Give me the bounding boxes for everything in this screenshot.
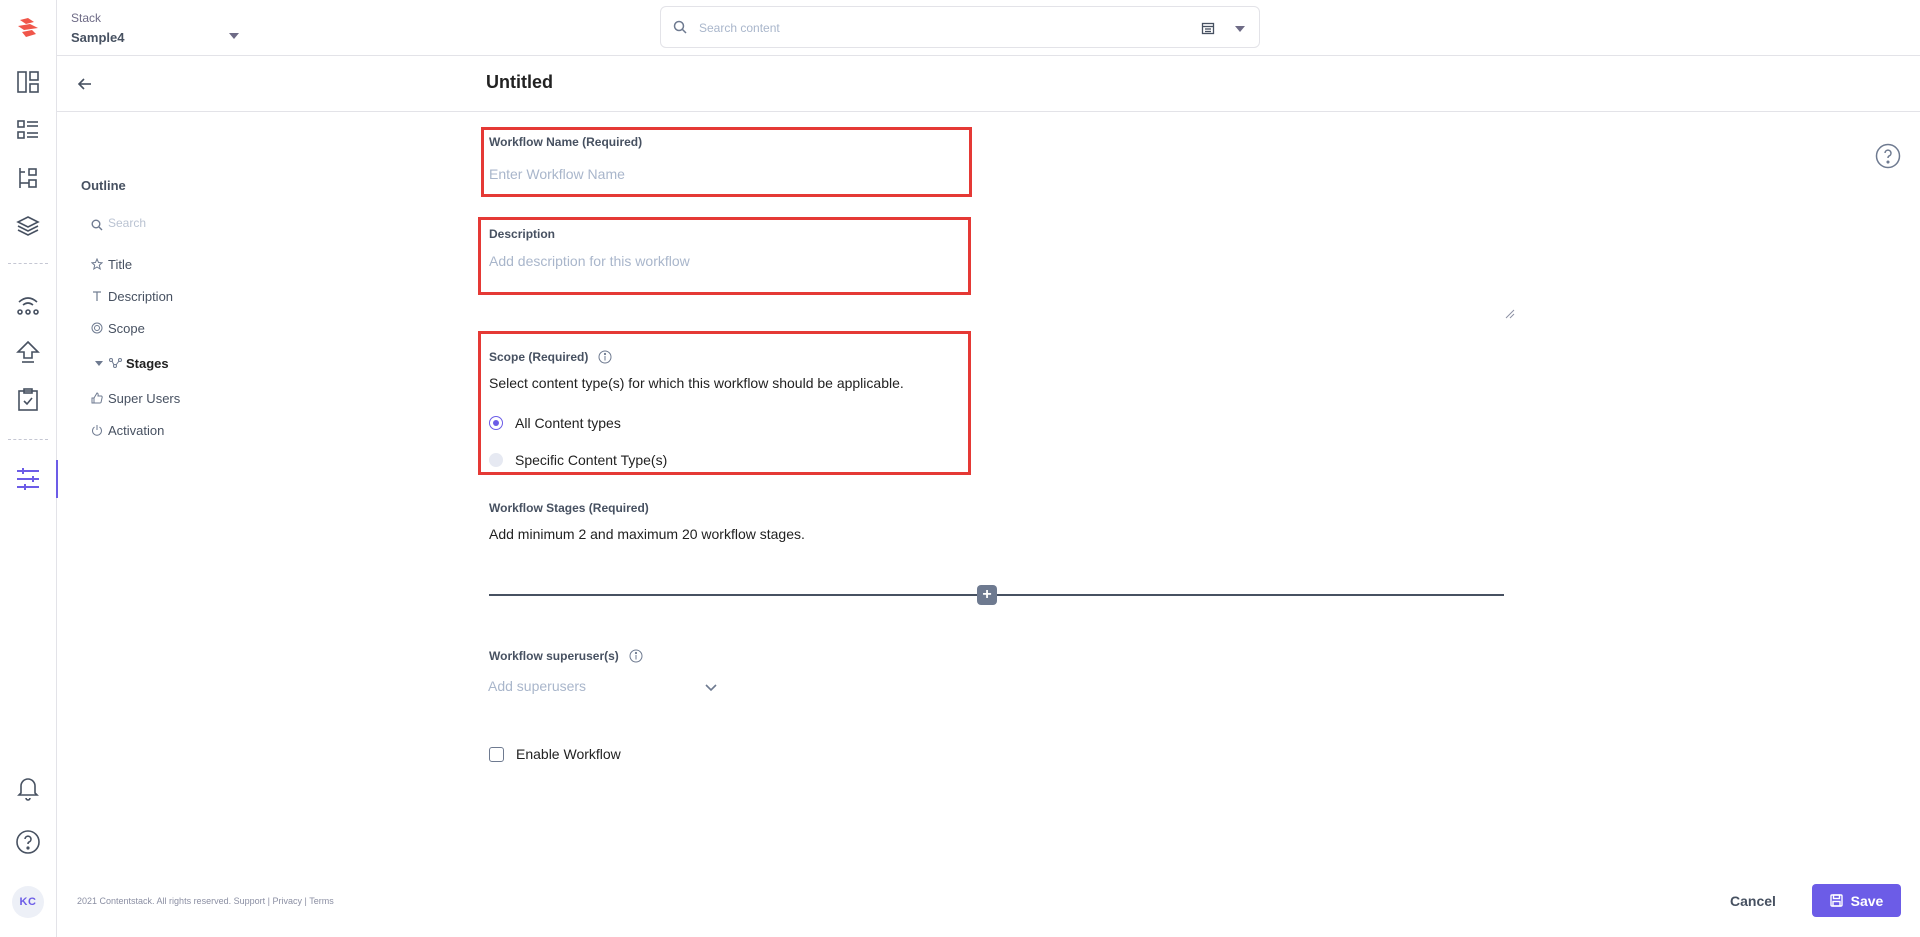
- star-icon: [90, 257, 104, 271]
- page-title: Untitled: [486, 72, 553, 92]
- info-icon[interactable]: [598, 350, 612, 364]
- chevron-down-icon[interactable]: [704, 680, 718, 699]
- scope-header: Scope (Required): [489, 350, 612, 364]
- assets-layers-icon[interactable]: [14, 212, 42, 240]
- save-label: Save: [1850, 892, 1884, 909]
- privacy-link[interactable]: Privacy: [273, 896, 303, 906]
- content-models-icon[interactable]: [14, 116, 42, 144]
- copyright-text: 2021 Contentstack. All rights reserved.: [77, 896, 232, 906]
- superusers-header: Workflow superuser(s): [489, 649, 643, 663]
- enable-workflow-checkbox[interactable]: [489, 746, 504, 762]
- outline-item-description[interactable]: Description: [90, 286, 173, 306]
- power-icon: [90, 423, 104, 437]
- outline-item-activation[interactable]: Activation: [90, 420, 164, 440]
- outline-item-label: Description: [108, 288, 174, 304]
- scope-label: Scope (Required): [489, 350, 589, 364]
- top-bar: Stack Sample4: [57, 0, 1920, 56]
- stack-label: Stack: [71, 11, 102, 25]
- outline-item-super-users[interactable]: Super Users: [90, 388, 180, 408]
- scope-option-all[interactable]: All Content types: [489, 415, 621, 431]
- description-textarea[interactable]: [489, 253, 1515, 317]
- stack-selector[interactable]: Sample4: [71, 30, 124, 45]
- left-navigation-rail: KC: [0, 0, 58, 937]
- workflow-stages-label: Workflow Stages (Required): [489, 501, 649, 515]
- search-filter-caret-icon[interactable]: [1235, 26, 1245, 32]
- extensions-icon[interactable]: [14, 290, 42, 318]
- save-icon: [1829, 894, 1843, 907]
- info-icon[interactable]: [629, 649, 643, 663]
- workflow-name-label: Workflow Name (Required): [489, 135, 643, 149]
- tasks-clipboard-icon[interactable]: [14, 386, 42, 414]
- scope-icon: [90, 321, 104, 335]
- support-link[interactable]: Support: [234, 896, 266, 906]
- rail-divider: [8, 263, 48, 264]
- scope-option-label: All Content types: [515, 415, 621, 431]
- add-stage-button[interactable]: +: [977, 585, 997, 605]
- outline-item-label: Title: [108, 256, 133, 272]
- thumb-icon: [90, 391, 104, 405]
- rail-divider: [8, 439, 48, 440]
- footer-separator: |: [267, 896, 270, 906]
- enable-workflow-row[interactable]: Enable Workflow: [489, 746, 621, 762]
- settings-sliders-icon[interactable]: [14, 465, 42, 493]
- outline-item-title[interactable]: Title: [90, 254, 132, 274]
- global-search: [660, 6, 1260, 48]
- expand-caret-icon[interactable]: [95, 360, 103, 366]
- notifications-bell-icon[interactable]: [14, 774, 42, 802]
- scope-help-text: Select content type(s) for which this wo…: [489, 375, 904, 391]
- dashboard-icon[interactable]: [14, 68, 42, 96]
- text-icon: [90, 289, 104, 303]
- workflow-stages-help: Add minimum 2 and maximum 20 workflow st…: [489, 526, 805, 542]
- outline-search: [91, 216, 331, 236]
- outline-item-scope[interactable]: Scope: [90, 318, 145, 338]
- workflow-name-input[interactable]: [489, 163, 959, 185]
- outline-title: Outline: [81, 178, 126, 193]
- cancel-button[interactable]: Cancel: [1720, 888, 1786, 914]
- search-input[interactable]: [699, 17, 1179, 39]
- outline-search-input[interactable]: [108, 216, 308, 230]
- active-rail-indicator: [56, 460, 58, 498]
- help-question-icon[interactable]: [1875, 143, 1901, 169]
- textarea-resize-grip-icon[interactable]: [1505, 306, 1515, 319]
- contentstack-logo-icon[interactable]: [14, 14, 42, 42]
- outline-item-stages[interactable]: Stages: [95, 353, 169, 373]
- page-header: Untitled: [57, 56, 1920, 112]
- scope-option-label: Specific Content Type(s): [515, 452, 668, 468]
- deploy-upload-icon[interactable]: [14, 338, 42, 366]
- radio-selected[interactable]: [489, 416, 503, 430]
- search-icon: [673, 20, 687, 39]
- terms-link[interactable]: Terms: [309, 896, 334, 906]
- content-type-filter-icon[interactable]: [1201, 21, 1215, 40]
- stages-icon: [108, 356, 122, 370]
- scope-option-specific[interactable]: Specific Content Type(s): [489, 452, 667, 468]
- superusers-placeholder: Add superusers: [488, 678, 587, 694]
- outline-item-label: Activation: [108, 422, 165, 438]
- enable-workflow-label: Enable Workflow: [516, 746, 621, 762]
- footer: 2021 Contentstack. All rights reserved. …: [77, 896, 334, 906]
- superusers-label: Workflow superuser(s): [489, 649, 619, 663]
- footer-separator: |: [304, 896, 307, 906]
- save-button[interactable]: Save: [1812, 884, 1901, 917]
- back-arrow-icon[interactable]: [75, 74, 95, 94]
- outline-item-label: Super Users: [108, 390, 181, 406]
- radio-unselected[interactable]: [489, 453, 503, 467]
- entries-icon[interactable]: [14, 164, 42, 192]
- outline-item-label: Scope: [108, 320, 145, 336]
- stack-dropdown-caret-icon[interactable]: [229, 33, 239, 39]
- outline-item-label: Stages: [126, 355, 169, 371]
- help-icon[interactable]: [14, 828, 42, 856]
- superusers-select[interactable]: Add superusers: [488, 678, 720, 698]
- user-avatar[interactable]: KC: [12, 886, 44, 918]
- search-icon: [91, 218, 103, 236]
- description-label: Description: [489, 227, 556, 241]
